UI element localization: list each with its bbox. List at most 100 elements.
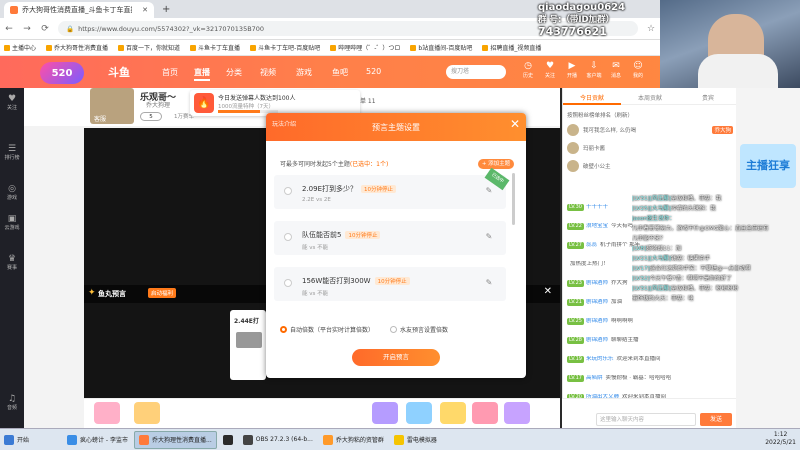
- taskbar-item[interactable]: OBS 27.2.3 (64-b...: [239, 431, 317, 449]
- overlay-chat-row: [LV8]感谢战11：加: [632, 244, 800, 254]
- chat-input[interactable]: 这里输入聊天内容: [596, 413, 696, 426]
- bookmark-item[interactable]: 招聘直播_视频直播: [482, 43, 541, 52]
- edit-icon[interactable]: ✎: [484, 278, 494, 288]
- new-tab-button[interactable]: +: [162, 4, 170, 15]
- nav-4[interactable]: 游戏: [296, 67, 312, 78]
- add-topic-button[interactable]: + 添加主题: [478, 159, 514, 169]
- rank-row[interactable]: 我可我怎么样, 么仍喝 乔大狗: [567, 122, 733, 138]
- bookmark-label: b站直播间-百度贴吧: [418, 45, 473, 52]
- sidebar-item-tv[interactable]: ▣ 云游戏: [0, 214, 24, 231]
- mode-fixed-radio[interactable]: 水友预言设置倍数: [390, 325, 448, 334]
- header-icon-label: 我的: [632, 73, 643, 79]
- bookmark-item[interactable]: 斗鱼卡丁车直播: [190, 43, 240, 52]
- bookmark-item[interactable]: 斗鱼卡丁车吧-百度贴吧: [250, 43, 320, 52]
- chat-username[interactable]: 来玩的乐乐: [586, 356, 614, 362]
- topic-item[interactable]: 队伍能否前5 10分钟停止能 vs 不能 ✎: [274, 221, 506, 255]
- chat-username[interactable]: 剧锦酒师: [586, 299, 608, 305]
- mode-auto-radio[interactable]: 自动倍数（平台实时计算倍数）: [280, 325, 374, 334]
- level-badge: LV.17: [567, 375, 584, 382]
- chat-username[interactable]: 剧锦酒师: [586, 337, 608, 343]
- browser-tab[interactable]: 乔大狗哥性消费直播_斗鱼卡丁车直播 ✕: [4, 2, 154, 18]
- scrollbar[interactable]: [512, 173, 515, 225]
- start-prediction-button[interactable]: 开启预言: [352, 349, 440, 366]
- rank-row[interactable]: 玛丽卡酱: [567, 140, 733, 156]
- nav-1[interactable]: 直播: [194, 67, 210, 81]
- chat-username[interactable]: 蕊蕊: [586, 242, 597, 248]
- gift-item[interactable]: [372, 402, 398, 424]
- header-download-button[interactable]: ⇩ 客户端: [584, 61, 604, 79]
- topic-checkbox[interactable]: [284, 279, 292, 287]
- header-bell-button[interactable]: ◷ 历史: [518, 61, 538, 79]
- nav-3[interactable]: 视频: [260, 67, 276, 78]
- search-input[interactable]: 搜刀塔: [446, 65, 506, 79]
- system-clock[interactable]: 1:12 2022/5/21: [765, 431, 796, 447]
- gift-item[interactable]: [504, 402, 530, 424]
- sidebar-item-headset[interactable]: ♫ 音频: [0, 394, 24, 411]
- stream-owner[interactable]: 乔大狗理: [146, 100, 170, 109]
- chat-username[interactable]: 十十十十: [586, 204, 608, 210]
- tab-chat-0[interactable]: 今日贡献: [563, 93, 621, 105]
- tab-chat-1[interactable]: 本周贡献: [621, 93, 679, 105]
- topic-item[interactable]: 2.09E打到多少？ 10分钟停止 2.2E vs 2E ✎ 已选中: [274, 167, 510, 209]
- gift-item[interactable]: [440, 402, 466, 424]
- follow-chip[interactable]: 5: [140, 112, 162, 121]
- nav-5[interactable]: 鱼吧: [332, 67, 348, 78]
- tab-chat-2[interactable]: 贵宾: [679, 93, 737, 105]
- edit-icon[interactable]: ✎: [484, 186, 494, 196]
- chat-username[interactable]: 高陷阱: [586, 375, 603, 381]
- bookmark-label: 主播中心: [12, 45, 37, 52]
- send-button[interactable]: 发送: [700, 413, 732, 426]
- gift-item[interactable]: [94, 402, 120, 424]
- taskbar-item[interactable]: [219, 431, 237, 449]
- close-icon[interactable]: ✕: [510, 117, 520, 131]
- windows-icon: [4, 434, 14, 445]
- rank-name: 玛丽卡酱: [583, 146, 606, 152]
- bookmark-item[interactable]: b站直播间-百度贴吧: [410, 43, 472, 52]
- gift-item[interactable]: [472, 402, 498, 424]
- nav-2[interactable]: 分类: [226, 67, 242, 78]
- rank-row[interactable]: 破壁小公主: [567, 158, 733, 174]
- sidebar-item-trophy[interactable]: ♛ 赛事: [0, 254, 24, 271]
- site-logo[interactable]: 斗鱼: [108, 64, 130, 80]
- header-message-button[interactable]: ✉ 消息: [606, 61, 626, 79]
- event-badge[interactable]: 520: [40, 62, 84, 84]
- taskbar-item[interactable]: 乔大狗理性消费直播...: [134, 430, 217, 449]
- bookmark-item[interactable]: 主播中心: [4, 43, 36, 52]
- nav-6[interactable]: 520: [366, 67, 381, 76]
- bookmark-item[interactable]: 百度一下，你就知道: [118, 43, 180, 52]
- chat-username[interactable]: 浪地宝宝: [586, 223, 608, 229]
- start-button[interactable]: 开始: [0, 431, 33, 449]
- chat-username[interactable]: 剧锦酒师: [586, 280, 608, 286]
- sidebar-item-gamepad[interactable]: ◎ 游戏: [0, 184, 24, 201]
- gift-item[interactable]: [406, 402, 432, 424]
- close-icon[interactable]: ✕: [544, 286, 552, 297]
- back-icon[interactable]: ←: [4, 24, 14, 34]
- promo-banner[interactable]: 主播狂享: [740, 144, 796, 188]
- bookmark-icon: [482, 44, 489, 51]
- header-live-button[interactable]: ▶ 开播: [562, 61, 582, 79]
- bookmark-item[interactable]: 乔大狗哥性消费直播: [46, 43, 108, 52]
- bookmark-item[interactable]: 哔哩哔哩（゜-゜）つロ: [330, 43, 400, 52]
- sidebar-item-label: 音频: [6, 405, 17, 411]
- topic-checkbox[interactable]: [284, 233, 292, 241]
- taskbar-item[interactable]: 雷电模拟器: [390, 431, 441, 449]
- chat-username[interactable]: 剧锦酒师: [586, 318, 608, 324]
- nav-0[interactable]: 首页: [162, 67, 178, 78]
- reload-icon[interactable]: ⟳: [40, 24, 50, 34]
- overlay-chat-row: [LV32]今天午餐7香：啊啊不是你的好了: [632, 274, 800, 284]
- taskbar-item[interactable]: 疯心螃计 - 李监市: [63, 431, 132, 449]
- topic-checkbox[interactable]: [284, 187, 292, 195]
- chat-text: 卖慢耐极 · 霸基：哈哈哈哈: [605, 375, 672, 381]
- sidebar-item-list[interactable]: ☰ 排行榜: [0, 144, 24, 161]
- dialog-title: 预言主题设置: [372, 123, 420, 132]
- overlay-text: 圣级和桶、菲基：粉粉粉粉: [670, 286, 739, 292]
- taskbar-item[interactable]: 乔大狗粘的资管群: [319, 431, 388, 449]
- sidebar-item-heart[interactable]: ♥ 关注: [0, 94, 24, 111]
- forward-icon[interactable]: →: [22, 24, 32, 34]
- header-heart-button[interactable]: ♥ 关注: [540, 61, 560, 79]
- close-tab-icon[interactable]: ✕: [142, 6, 148, 14]
- topic-item[interactable]: 156W能否打到300W 10分钟停止能 vs 不能 ✎: [274, 267, 506, 301]
- edit-icon[interactable]: ✎: [484, 232, 494, 242]
- gift-item[interactable]: [134, 402, 160, 424]
- header-user-button[interactable]: ☺ 我的: [628, 61, 648, 79]
